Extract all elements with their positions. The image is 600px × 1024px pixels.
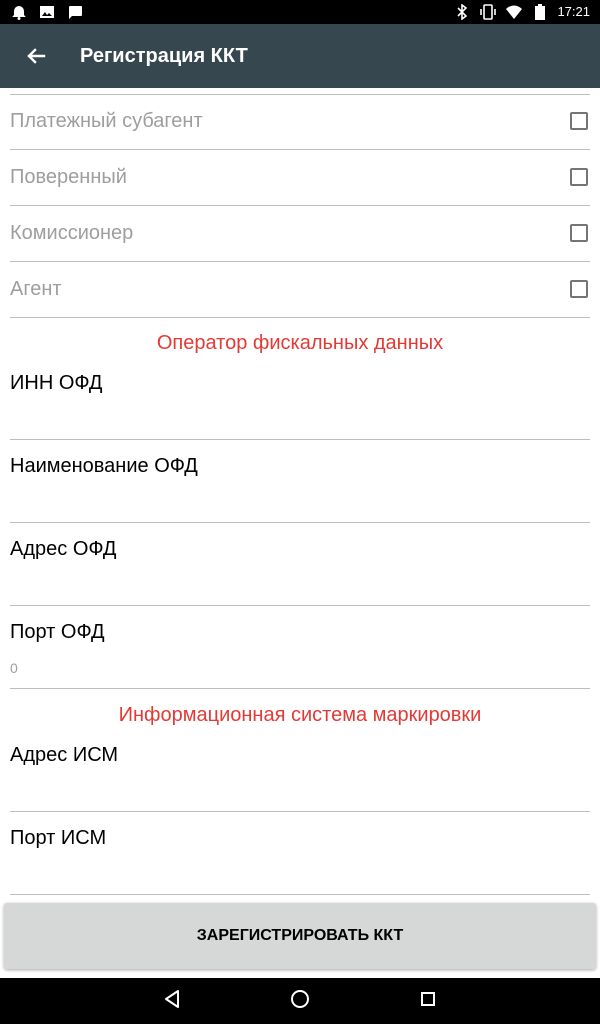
registration-form[interactable]: Платежный субагент Поверенный Комиссионе…	[0, 88, 600, 896]
checkbox-label: Поверенный	[10, 166, 127, 188]
checkbox-label: Агент	[10, 278, 62, 300]
ism-port-field: Порт ИСМ	[0, 827, 600, 895]
wifi-icon	[505, 3, 523, 21]
button-container: ЗАРЕГИСТРИРОВАТЬ ККТ	[0, 896, 600, 978]
input-underline	[10, 522, 590, 523]
status-bar-right: 17:21	[453, 3, 590, 21]
home-circle-icon	[289, 988, 311, 1015]
app-bar: Регистрация ККТ	[0, 24, 600, 88]
input-underline	[10, 439, 590, 440]
ofd-port-field: Порт ОФД 0	[0, 621, 600, 689]
arrow-back-icon	[20, 48, 52, 76]
status-time: 17:21	[557, 4, 590, 19]
message-icon	[66, 3, 84, 21]
payment-subagent-checkbox[interactable]	[570, 112, 588, 130]
ofd-address-input[interactable]	[10, 568, 590, 600]
battery-icon	[531, 3, 549, 21]
ism-address-field: Адрес ИСМ	[0, 744, 600, 812]
alarm-icon	[10, 3, 28, 21]
nav-home-button[interactable]	[286, 987, 314, 1015]
ofd-name-field: Наименование ОФД	[0, 455, 600, 523]
vibrate-icon	[479, 3, 497, 21]
back-button[interactable]	[20, 40, 52, 72]
field-label: Порт ИСМ	[10, 827, 107, 849]
input-underline	[10, 811, 590, 812]
ofd-section-title: Оператор фискальных данных	[156, 332, 444, 354]
status-bar-left	[10, 3, 84, 21]
field-label: Порт ОФД	[10, 621, 105, 643]
field-label: Адрес ОФД	[10, 538, 117, 560]
ofd-address-field: Адрес ОФД	[0, 538, 600, 606]
status-bar: 17:21	[0, 0, 600, 24]
checkbox-row-commissioner[interactable]: Комиссионер	[0, 205, 600, 261]
commissioner-checkbox[interactable]	[570, 224, 588, 242]
page-title: Регистрация ККТ	[80, 45, 248, 67]
checkbox-row-agent[interactable]: Агент	[0, 261, 600, 317]
navigation-bar	[0, 978, 600, 1024]
ofd-port-input[interactable]: 0	[10, 652, 590, 684]
checkbox-row-attorney[interactable]: Поверенный	[0, 149, 600, 205]
ism-address-input[interactable]	[10, 774, 590, 806]
attorney-checkbox[interactable]	[570, 168, 588, 186]
image-icon	[38, 3, 56, 21]
checkbox-label: Комиссионер	[10, 222, 134, 244]
agent-checkbox[interactable]	[570, 280, 588, 298]
ofd-inn-input[interactable]	[10, 402, 590, 434]
ism-section-title: Информационная система маркировки	[118, 704, 482, 726]
ofd-name-input[interactable]	[10, 485, 590, 517]
recents-square-icon	[417, 988, 439, 1015]
checkbox-label: Платежный субагент	[10, 110, 203, 132]
field-label: Наименование ОФД	[10, 455, 198, 477]
bluetooth-icon	[453, 3, 471, 21]
ofd-inn-field: ИНН ОФД	[0, 372, 600, 440]
checkbox-row-payment-subagent[interactable]: Платежный субагент	[0, 93, 600, 149]
input-underline	[10, 605, 590, 606]
field-label: ИНН ОФД	[10, 372, 103, 394]
register-kkt-button[interactable]: ЗАРЕГИСТРИРОВАТЬ ККТ	[4, 903, 596, 969]
nav-back-button[interactable]	[158, 987, 186, 1015]
divider	[10, 317, 590, 318]
input-underline	[10, 688, 590, 689]
input-underline	[10, 894, 590, 895]
nav-recents-button[interactable]	[414, 987, 442, 1015]
field-label: Адрес ИСМ	[10, 744, 119, 766]
ism-port-input[interactable]	[10, 857, 590, 889]
back-triangle-icon	[161, 988, 183, 1015]
